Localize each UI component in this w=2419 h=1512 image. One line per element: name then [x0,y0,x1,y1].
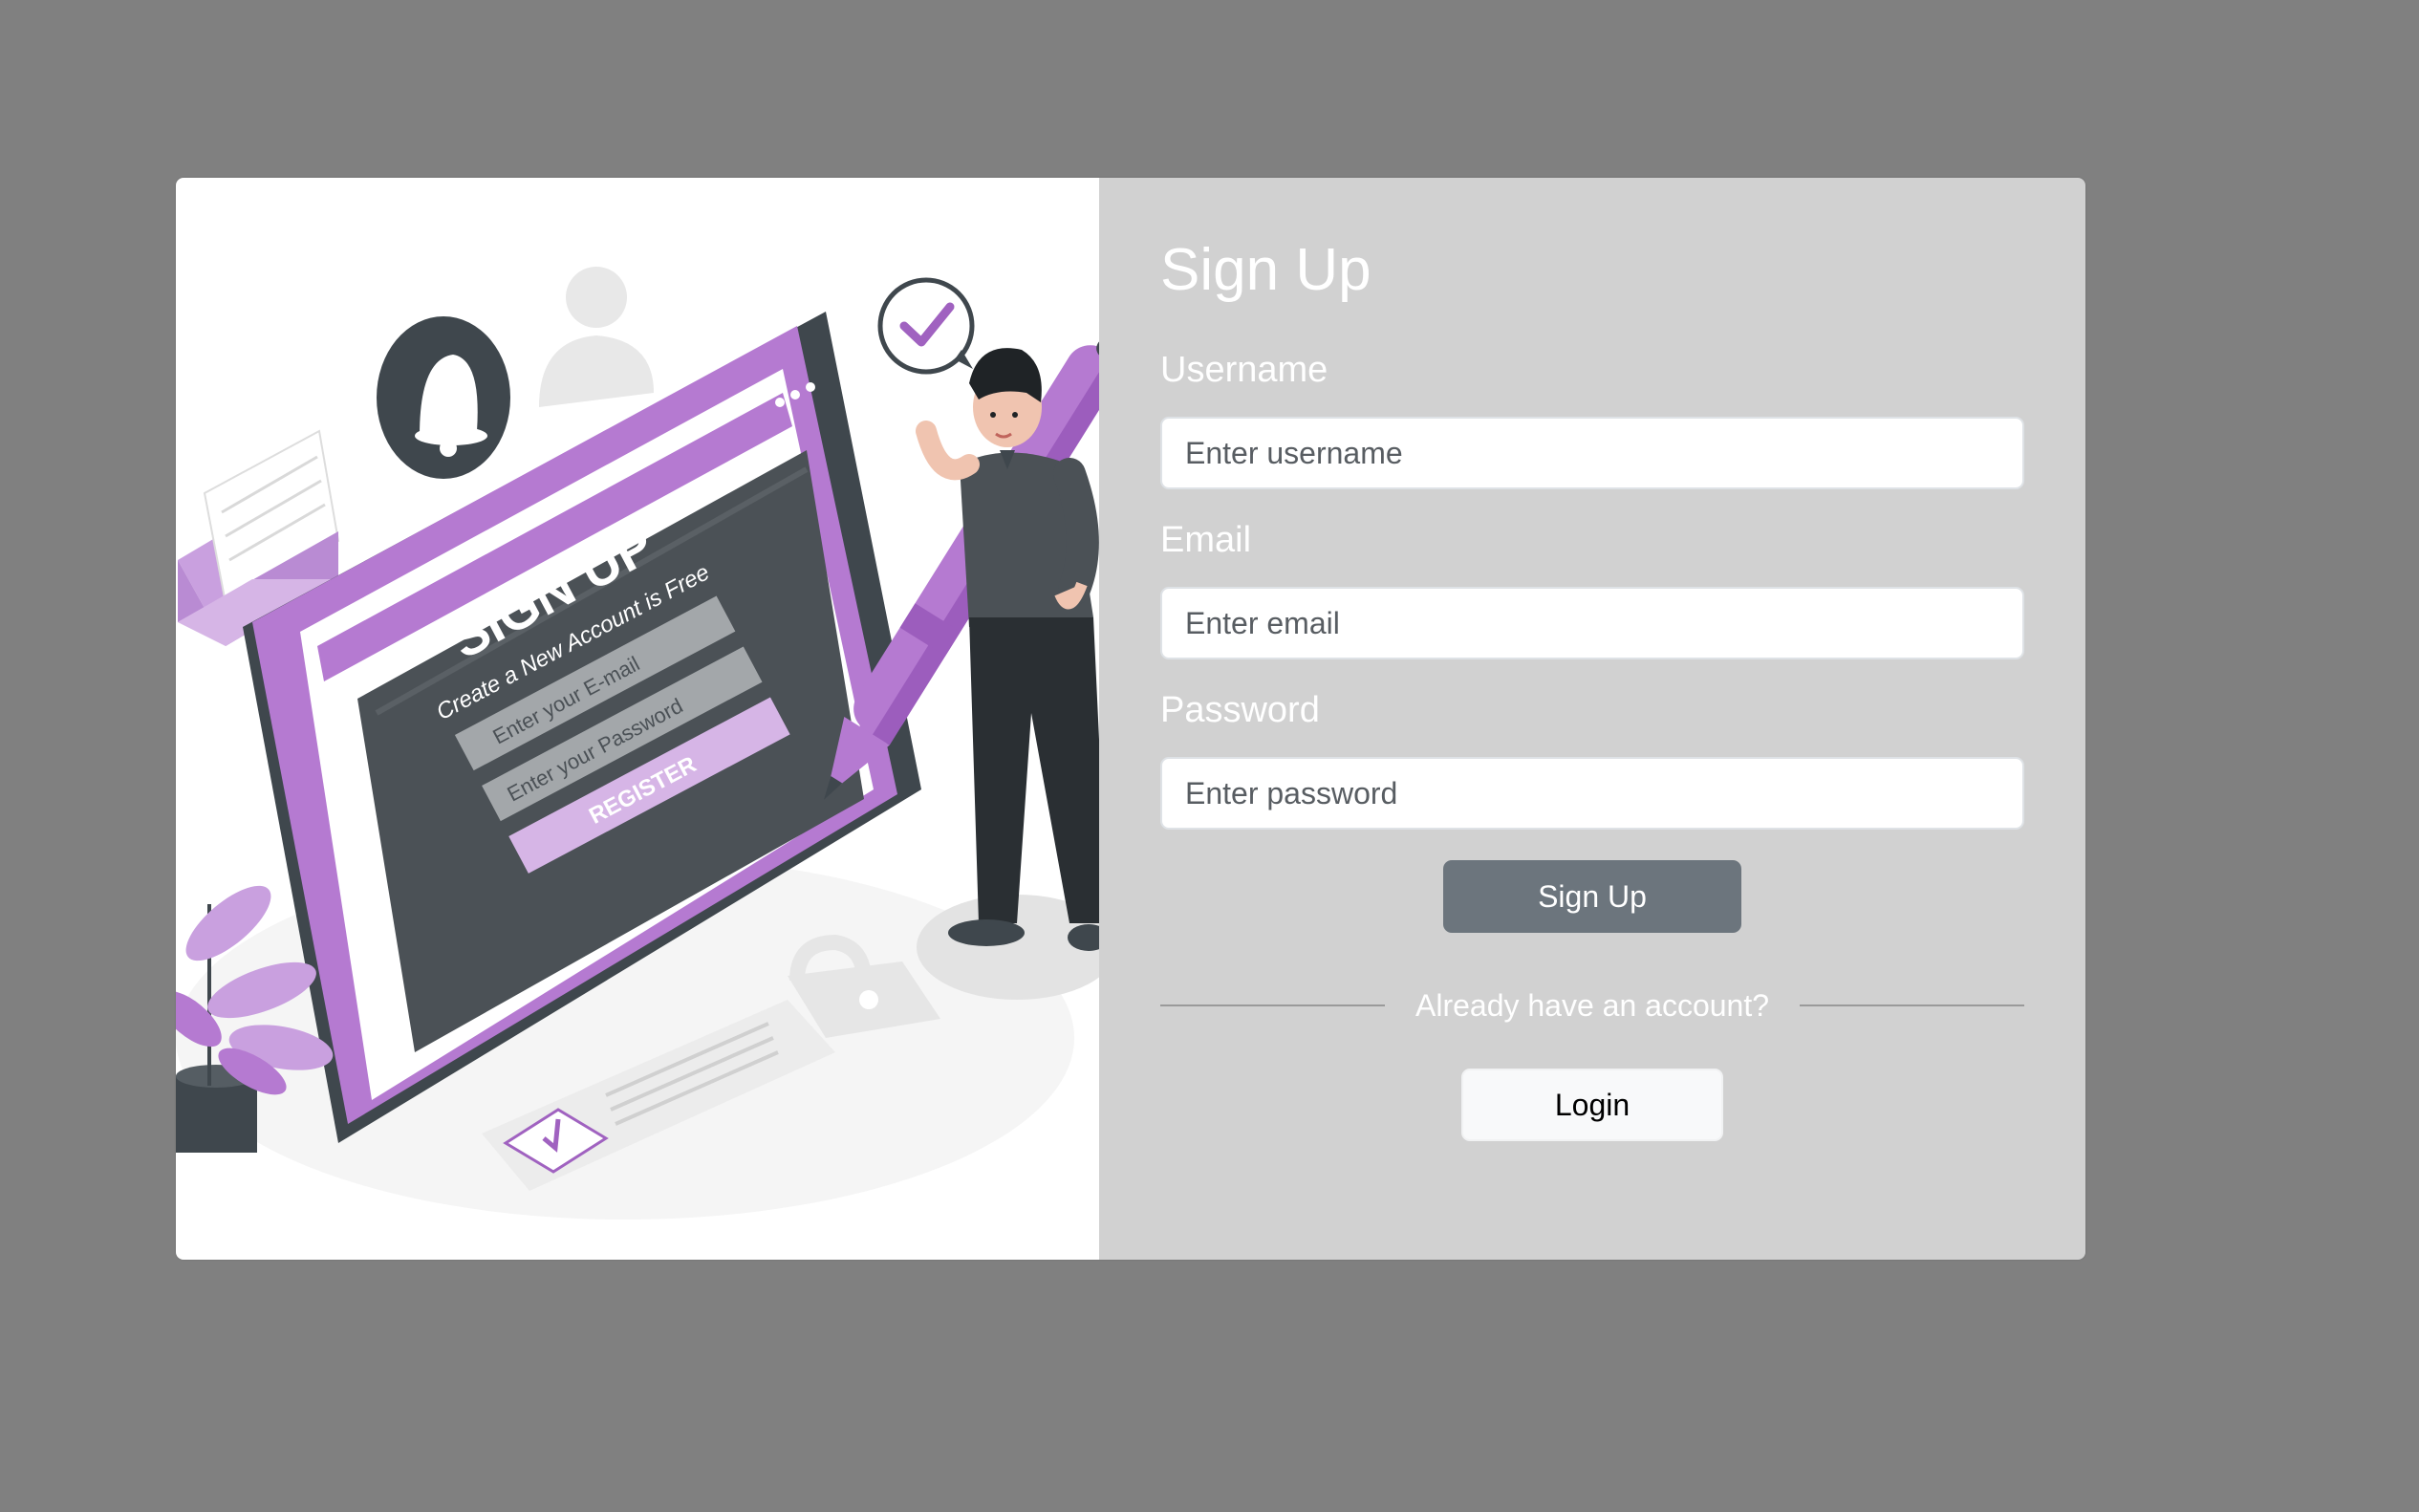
form-title: Sign Up [1160,237,1371,303]
divider-line-left [1160,1004,1385,1006]
user-icon [539,267,654,407]
signup-button[interactable]: Sign Up [1443,860,1741,933]
bell-icon [377,316,510,479]
login-button[interactable]: Login [1461,1069,1723,1141]
divider-text: Already have an account? [1415,987,1770,1023]
password-input[interactable] [1160,757,2024,830]
password-label: Password [1160,690,1320,730]
signup-form: Sign Up Username Email Password Sign Up … [1160,241,2024,1141]
username-input[interactable] [1160,417,2024,489]
signup-illustration: SIGN UP Create a New Account is Free Ent… [176,178,1099,1260]
email-input[interactable] [1160,587,2024,659]
signup-form-panel: Sign Up Username Email Password Sign Up … [1099,178,2085,1260]
login-divider: Already have an account? [1160,986,2024,1025]
check-bubble-icon [877,277,975,375]
signup-card: SIGN UP Create a New Account is Free Ent… [176,178,2085,1260]
divider-line-right [1800,1004,2024,1006]
signup-illustration-graphic: SIGN UP Create a New Account is Free Ent… [176,267,1099,1220]
email-label: Email [1160,520,1252,560]
username-label: Username [1160,350,1328,390]
